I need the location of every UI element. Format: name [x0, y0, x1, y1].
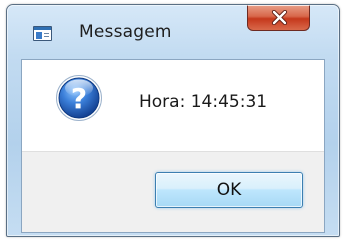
close-button[interactable]: [247, 5, 310, 31]
ok-button[interactable]: OK: [155, 172, 303, 208]
message-text: Hora: 14:45:31: [139, 92, 268, 112]
message-dialog: Messagem ? Hora: 14:45:31 OK: [6, 4, 340, 237]
button-bar: OK: [22, 151, 324, 232]
dialog-title: Messagem: [79, 22, 172, 42]
svg-text:?: ?: [71, 82, 87, 115]
window-icon: [33, 26, 52, 41]
question-icon: ?: [56, 75, 102, 121]
dialog-content: ? Hora: 14:45:31 OK: [21, 59, 325, 233]
title-bar[interactable]: Messagem: [7, 5, 339, 55]
close-icon: [271, 10, 288, 25]
